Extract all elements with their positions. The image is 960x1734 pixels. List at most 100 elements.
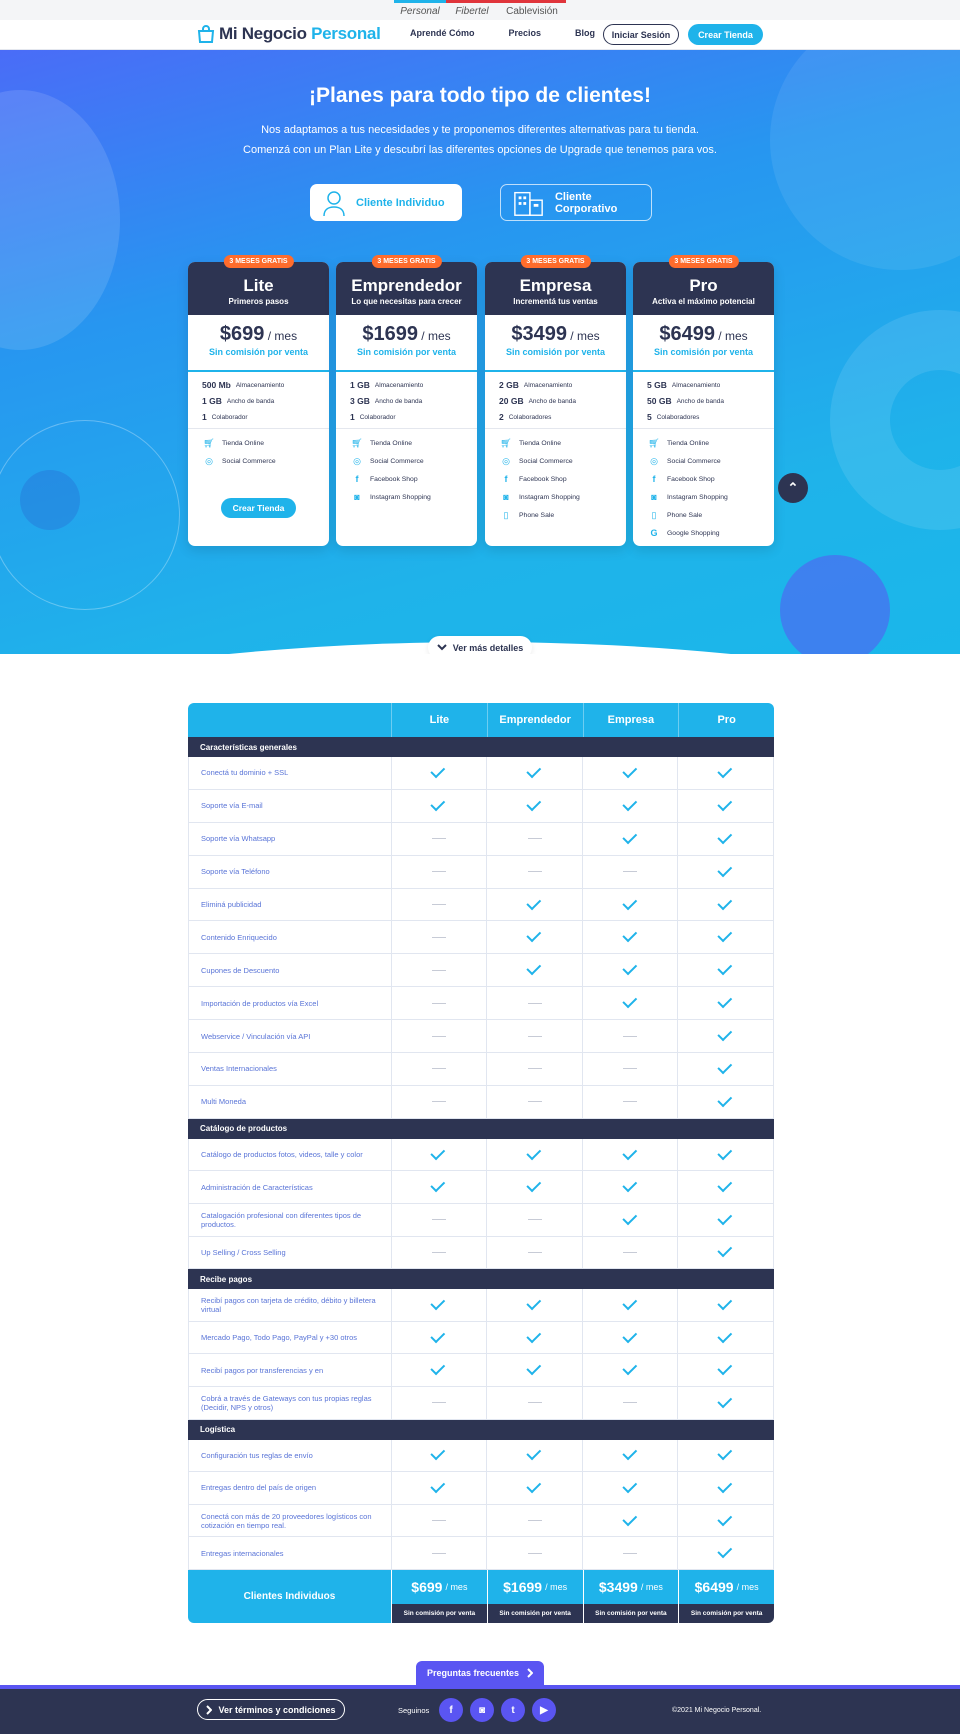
- cell-empresa: [581, 789, 678, 822]
- dash-icon: [527, 1068, 542, 1070]
- cell-empresa: [581, 757, 678, 789]
- spec-collaborators: 5 Colaboradores: [647, 412, 700, 422]
- dash-icon: [623, 1251, 638, 1253]
- create-store-button[interactable]: Crear Tienda: [221, 498, 296, 518]
- cell-pro: [677, 1472, 773, 1504]
- check-icon: [430, 1328, 446, 1343]
- cell-empresa: [581, 1203, 678, 1236]
- row-label: Conectá tu dominio + SSL: [201, 768, 289, 778]
- check-icon: [717, 1145, 733, 1160]
- cell-empresa: [581, 1472, 678, 1504]
- feature-facebook-shop: f Facebook Shop: [647, 470, 774, 488]
- plan-name: Emprendedor: [351, 276, 462, 295]
- footer-client-label: Clientes Individuos: [188, 1569, 391, 1623]
- facebook-icon[interactable]: f: [439, 1698, 463, 1722]
- nav-link-precios[interactable]: Precios: [509, 28, 542, 38]
- terms-button[interactable]: Ver términos y condiciones: [197, 1699, 345, 1720]
- check-icon: [621, 894, 637, 910]
- check-icon: [621, 1145, 637, 1160]
- cell-emprendedor: [486, 1386, 582, 1419]
- row-label: Administración de Características: [201, 1182, 313, 1192]
- comparison-table: Lite Emprendedor Empresa Pro Característ…: [188, 703, 774, 1623]
- table-footer: Clientes Individuos $699/ mes Sin comisió…: [188, 1569, 774, 1623]
- table-row: Eliminá publicidad: [188, 888, 774, 922]
- dash-icon: [527, 1552, 542, 1554]
- col-header-emprendedor: Emprendedor: [486, 703, 583, 737]
- check-icon: [526, 1360, 542, 1376]
- cell-lite: [390, 1354, 487, 1386]
- feature-phone-sale: ▯ Phone Sale: [647, 506, 774, 524]
- nav-link-aprende[interactable]: Aprendé Cómo: [410, 28, 475, 38]
- free-months-badge: 3 MESES GRATIS: [371, 255, 442, 268]
- plan-price: $6499: [659, 323, 715, 345]
- faq-button[interactable]: Preguntas frecuentes: [416, 1661, 544, 1685]
- twitter-icon[interactable]: t: [501, 1698, 525, 1722]
- row-label: Soporte vía Teléfono: [201, 867, 270, 877]
- scroll-up-button[interactable]: ⌃: [778, 473, 808, 503]
- table-row: Ventas Internacionales: [188, 1053, 774, 1086]
- phone-icon: ▯: [503, 509, 509, 520]
- table-row: Soporte vía Whatsapp: [188, 822, 774, 856]
- check-icon: [430, 763, 446, 779]
- phone-icon: ▯: [651, 509, 657, 520]
- hero-subtitle-2: Comenzá con un Plan Lite y descubrí las …: [243, 144, 717, 156]
- feature-instagram-shopping: ◙ Instagram Shopping: [499, 488, 626, 506]
- check-icon: [526, 960, 542, 976]
- client-corporate-tab[interactable]: Cliente Corporativo: [500, 184, 652, 221]
- cell-lite: [390, 1439, 487, 1472]
- spec-bandwidth: 1 GB Ancho de banda: [202, 396, 275, 406]
- check-icon: [621, 1360, 637, 1376]
- table-row: Importación de productos vía Excel: [188, 987, 774, 1021]
- create-store-button[interactable]: Crear Tienda: [688, 24, 763, 45]
- client-individual-tab[interactable]: Cliente Individuo: [310, 184, 462, 221]
- brand-personal[interactable]: Personal: [394, 0, 446, 20]
- cell-pro: [677, 1053, 773, 1085]
- dash-icon: [431, 838, 446, 840]
- plan-tagline: Lo que necesitas para crecer: [351, 297, 462, 306]
- row-label: Soporte vía E-mail: [201, 801, 263, 811]
- cell-empresa: [581, 1085, 678, 1118]
- cell-pro: [677, 1203, 773, 1236]
- plan-name: Empresa: [519, 276, 592, 295]
- check-icon: [717, 796, 733, 812]
- dash-icon: [431, 904, 446, 905]
- plan-price: $3499: [511, 323, 567, 345]
- feature-instagram-shopping: ◙ Instagram Shopping: [647, 488, 774, 506]
- cell-empresa: [581, 1504, 678, 1537]
- check-icon: [526, 1445, 542, 1461]
- cell-lite: [390, 1203, 487, 1236]
- spec-collaborators: 1 Colaborador: [350, 412, 396, 422]
- cell-empresa: [581, 855, 678, 888]
- youtube-icon[interactable]: ▶: [532, 1698, 556, 1722]
- cell-lite: [390, 1386, 487, 1419]
- dash-icon: [431, 969, 446, 971]
- feature-phone-sale: ▯ Phone Sale: [499, 506, 626, 524]
- more-details-button[interactable]: Ver más detalles: [428, 636, 532, 654]
- dash-icon: [431, 1520, 446, 1522]
- check-icon: [717, 1177, 733, 1193]
- check-icon: [621, 763, 637, 779]
- logo[interactable]: Mi Negocio Personal: [197, 24, 381, 44]
- chevron-right-icon: [206, 1704, 213, 1715]
- plan-name: Pro: [689, 276, 718, 295]
- free-months-badge: 3 MESES GRATIS: [520, 255, 591, 268]
- footer-price-lite: $699/ mes Sin comisión por venta: [391, 1569, 487, 1623]
- check-icon: [717, 1393, 733, 1409]
- dash-icon: [527, 1520, 542, 1522]
- brand-cablevision[interactable]: Cablevisión: [498, 0, 566, 20]
- check-icon: [717, 1478, 733, 1494]
- login-button[interactable]: Iniciar Sesión: [603, 24, 679, 45]
- plan-period: / mes: [566, 329, 600, 343]
- no-commission-label: Sin comisión por venta: [356, 347, 457, 357]
- brand-fibertel[interactable]: Fibertel: [446, 0, 498, 20]
- decor-dot: [780, 555, 890, 654]
- cell-emprendedor: [486, 1439, 582, 1472]
- table-row: Conectá con más de 20 proveedores logíst…: [188, 1504, 774, 1538]
- instagram-icon[interactable]: ◙: [470, 1698, 494, 1722]
- nav-link-blog[interactable]: Blog: [575, 28, 595, 38]
- check-icon: [717, 1295, 733, 1311]
- feature-facebook-shop: f Facebook Shop: [499, 470, 626, 488]
- dash-icon: [623, 871, 638, 873]
- plan-card-pro: 3 MESES GRATIS Pro Activa el máximo poten…: [633, 255, 774, 546]
- plan-period: / mes: [417, 329, 451, 343]
